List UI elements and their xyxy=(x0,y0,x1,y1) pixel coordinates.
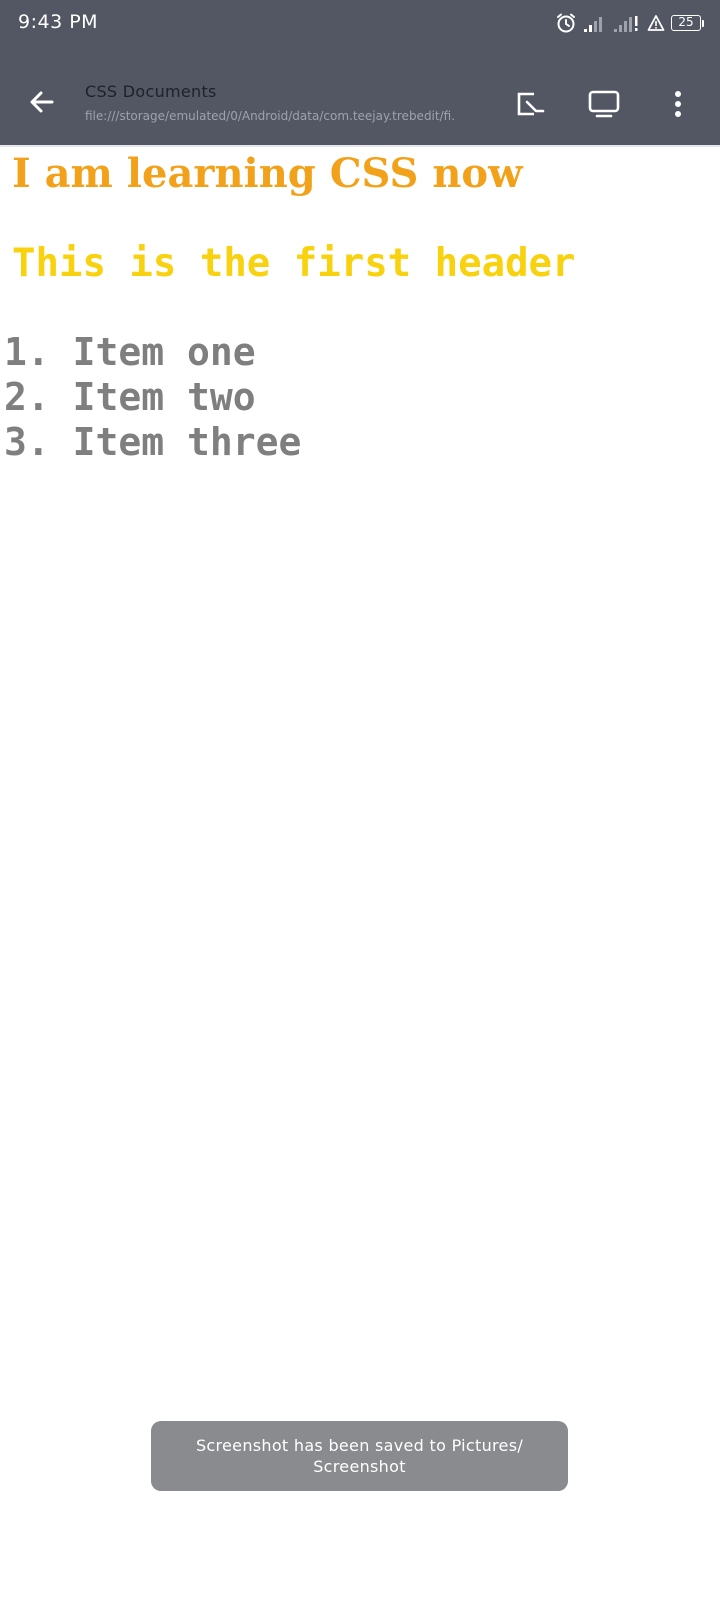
desktop-view-icon xyxy=(588,90,620,118)
status-icons: 25 xyxy=(555,12,704,34)
more-options-icon xyxy=(675,91,681,117)
screenshot-toast: Screenshot has been saved to Pictures/ S… xyxy=(151,1421,568,1491)
status-time: 9:43 PM xyxy=(18,11,99,33)
open-external-icon xyxy=(517,92,545,116)
page-heading: I am learning CSS now xyxy=(12,150,523,197)
back-arrow-icon xyxy=(30,91,54,113)
signal-icon xyxy=(583,14,607,32)
more-options-button[interactable] xyxy=(656,82,700,126)
alarm-icon xyxy=(555,12,577,34)
list-item: 2. Item two xyxy=(4,375,256,419)
desktop-view-button[interactable] xyxy=(582,82,626,126)
data-saver-icon xyxy=(647,14,665,32)
battery-icon: 25 xyxy=(671,15,704,31)
page-url: file:///storage/emulated/0/Android/data/… xyxy=(85,109,455,123)
item-list: 1. Item one 2. Item two 3. Item three xyxy=(4,330,301,465)
app-bar-divider xyxy=(0,145,720,147)
list-item: 1. Item one xyxy=(4,330,256,374)
open-external-button[interactable] xyxy=(511,82,555,126)
battery-level: 25 xyxy=(671,15,701,31)
list-item: 3. Item three xyxy=(4,420,302,464)
back-button[interactable] xyxy=(22,82,62,122)
page-title: CSS Documents xyxy=(85,82,217,101)
top-bar: 9:43 PM 25 CSS Documents file:///storage… xyxy=(0,0,720,145)
page-subheading: This is the first header xyxy=(12,241,576,286)
signal-icon xyxy=(613,14,641,32)
